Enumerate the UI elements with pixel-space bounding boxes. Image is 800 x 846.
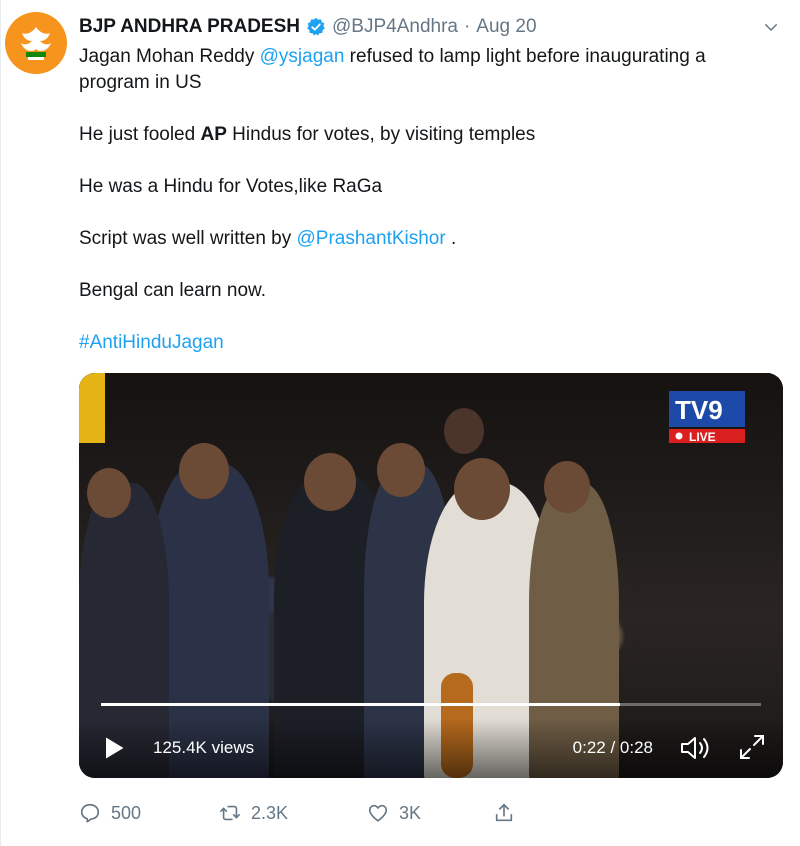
- text-segment: Script was well written by: [79, 228, 297, 249]
- volume-icon[interactable]: [679, 734, 715, 762]
- text-segment: Jagan Mohan Reddy: [79, 46, 260, 67]
- tv9-text: TV9: [675, 395, 723, 425]
- retweet-button[interactable]: 2.3K: [219, 802, 367, 824]
- play-icon[interactable]: [99, 734, 127, 762]
- person-head: [544, 461, 590, 513]
- video-time: 0:22 / 0:28: [572, 738, 653, 757]
- text-segment: He just fooled: [79, 124, 201, 145]
- person-head: [454, 458, 510, 520]
- text-segment: .: [445, 228, 457, 249]
- person-head: [179, 443, 229, 499]
- tweet-line: Jagan Mohan Reddy @ysjagan refused to la…: [79, 44, 779, 96]
- chevron-down-icon[interactable]: [762, 18, 780, 36]
- stage-backdrop: [79, 373, 105, 443]
- tweet-date[interactable]: Aug 20: [476, 16, 536, 38]
- person-head: [304, 453, 356, 511]
- person-head: [87, 468, 131, 518]
- reply-count: 500: [111, 802, 142, 823]
- share-icon: [495, 803, 513, 822]
- like-button[interactable]: 3K: [367, 802, 493, 824]
- view-count: 125.4K views: [153, 738, 255, 757]
- tweet-line: He was a Hindu for Votes,like RaGa: [79, 176, 383, 197]
- bold-text: AP: [200, 124, 227, 145]
- bjp-logo-icon: [21, 27, 51, 60]
- text-segment: Hindus for votes, by visiting temples: [226, 124, 536, 145]
- tweet-card[interactable]: BJP ANDHRA PRADESH @BJP4Andhra · Aug 20 …: [0, 0, 800, 846]
- tv9-live-logo: TV9 LIVE: [669, 391, 745, 443]
- retweet-count: 2.3K: [251, 802, 289, 823]
- tweet-line: Bengal can learn now.: [79, 280, 266, 301]
- tweet-actions: 500 2.3K 3K: [79, 800, 515, 826]
- live-label: LIVE: [689, 430, 716, 443]
- person-head: [444, 408, 484, 454]
- video-progress-fill: [101, 703, 620, 706]
- mention-link[interactable]: @ysjagan: [260, 46, 345, 67]
- mention-link[interactable]: @PrashantKishor: [297, 228, 446, 249]
- verified-badge-icon: [306, 17, 326, 37]
- share-button[interactable]: [493, 802, 515, 824]
- video-player[interactable]: TV9 LIVE 125.4K views 0:22 / 0:28: [79, 373, 783, 778]
- hashtag-link[interactable]: #AntiHinduJagan: [79, 332, 224, 353]
- like-icon: [368, 804, 388, 822]
- tweet-text: Jagan Mohan Reddy @ysjagan refused to la…: [79, 44, 779, 382]
- person-head: [377, 443, 425, 497]
- tweet-line: He just fooled AP Hindus for votes, by v…: [79, 122, 779, 148]
- tweet-line: #AntiHinduJagan: [79, 330, 779, 356]
- reply-icon: [80, 803, 100, 823]
- reply-button[interactable]: 500: [79, 802, 219, 824]
- video-controls: 125.4K views 0:22 / 0:28: [79, 718, 783, 778]
- avatar[interactable]: [5, 12, 67, 74]
- user-handle[interactable]: @BJP4Andhra: [332, 16, 458, 38]
- video-progress-bar[interactable]: [101, 703, 761, 706]
- like-count: 3K: [399, 802, 422, 823]
- display-name[interactable]: BJP ANDHRA PRADESH: [79, 16, 300, 38]
- tweet-header: BJP ANDHRA PRADESH @BJP4Andhra · Aug 20: [79, 14, 780, 40]
- separator-dot: ·: [463, 16, 471, 37]
- retweet-icon: [220, 805, 240, 821]
- expand-icon[interactable]: [737, 732, 767, 762]
- tweet-line: Script was well written by @PrashantKish…: [79, 226, 779, 252]
